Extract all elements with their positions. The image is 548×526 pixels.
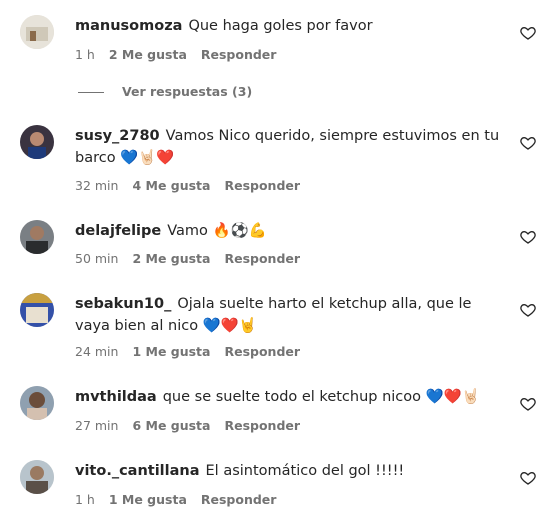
comment-text: susy_2780 Vamos Nico querido, siempre est… [75,128,500,166]
comment-text: vito._cantillana El asintomático del gol … [75,463,405,479]
avatar[interactable] [20,125,54,159]
heart-icon[interactable] [520,135,536,151]
reply-button[interactable]: Responder [224,344,300,359]
comment-meta: 32 min 4 Me gusta Responder [75,178,314,193]
timestamp: 50 min [75,251,119,266]
reply-button[interactable]: Responder [224,251,300,266]
reply-button[interactable]: Responder [224,418,300,433]
likes-count[interactable]: 2 Me gusta [109,47,187,62]
comment-text: manusomoza Que haga goles por favor [75,18,373,34]
timestamp: 1 h [75,47,95,62]
username[interactable]: susy_2780 [75,128,160,144]
comment-text: delajfelipe Vamo 🔥⚽💪 [75,223,267,239]
heart-icon[interactable] [520,302,536,318]
username[interactable]: mvthildaa [75,389,157,405]
timestamp: 24 min [75,344,119,359]
comment-meta: 1 h 1 Me gusta Responder [75,492,290,507]
likes-count[interactable]: 2 Me gusta [132,251,210,266]
comment-meta: 50 min 2 Me gusta Responder [75,251,314,266]
username[interactable]: sebakun10_ [75,296,171,312]
avatar[interactable] [20,386,54,420]
timestamp: 27 min [75,418,119,433]
heart-icon[interactable] [520,229,536,245]
comment-text: mvthildaa que se suelte todo el ketchup n… [75,389,480,405]
reply-button[interactable]: Responder [201,47,277,62]
heart-icon[interactable] [520,25,536,41]
comment-meta: 27 min 6 Me gusta Responder [75,418,314,433]
reply-button[interactable]: Responder [224,178,300,193]
username[interactable]: manusomoza [75,18,182,34]
avatar[interactable] [20,460,54,494]
view-replies-button[interactable]: Ver respuestas (3) [78,84,252,99]
avatar[interactable] [20,293,54,327]
likes-count[interactable]: 4 Me gusta [132,178,210,193]
comment-text: sebakun10_ Ojala suelte harto el ketchup … [75,296,472,334]
divider [78,92,104,93]
username[interactable]: vito._cantillana [75,463,200,479]
avatar[interactable] [20,220,54,254]
likes-count[interactable]: 1 Me gusta [109,492,187,507]
comment-meta: 1 h 2 Me gusta Responder [75,47,290,62]
timestamp: 32 min [75,178,119,193]
likes-count[interactable]: 6 Me gusta [132,418,210,433]
timestamp: 1 h [75,492,95,507]
heart-icon[interactable] [520,396,536,412]
username[interactable]: delajfelipe [75,223,161,239]
likes-count[interactable]: 1 Me gusta [132,344,210,359]
reply-button[interactable]: Responder [201,492,277,507]
avatar[interactable] [20,15,54,49]
comment-meta: 24 min 1 Me gusta Responder [75,344,314,359]
heart-icon[interactable] [520,470,536,486]
